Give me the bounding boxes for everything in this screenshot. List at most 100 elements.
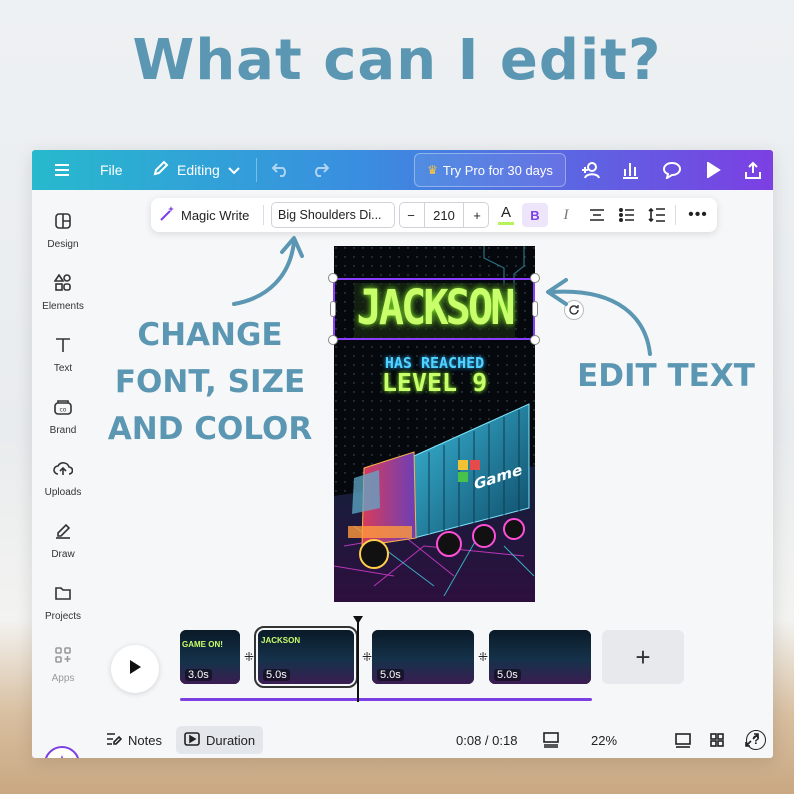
font-size-input[interactable]: 210: [424, 203, 464, 227]
transition-icon[interactable]: ⁜: [241, 649, 257, 665]
timeline-clip-4[interactable]: 5.0s: [489, 630, 591, 684]
add-clip-button[interactable]: +: [602, 630, 684, 684]
chevron-down-icon: [228, 162, 240, 178]
divider: [256, 158, 257, 182]
notes-label: Notes: [128, 732, 162, 748]
duration-label: Duration: [206, 732, 256, 748]
sidebar-item-label: Design: [47, 239, 79, 250]
uploads-icon: [53, 460, 74, 481]
resize-handle-bottom-left[interactable]: [328, 335, 338, 345]
line-spacing-icon[interactable]: [645, 198, 669, 232]
clip-duration: 3.0s: [185, 669, 212, 681]
magic-assistant-button[interactable]: [44, 746, 80, 758]
undo-icon[interactable]: [272, 150, 290, 190]
annotation-arrow-left-icon: [232, 236, 304, 306]
sidebar-item-uploads[interactable]: Uploads: [32, 454, 94, 504]
text-color-swatch: [498, 222, 514, 225]
brand-icon: co: [53, 398, 73, 419]
zoom-level[interactable]: 22%: [591, 724, 617, 756]
grid-view-icon[interactable]: [709, 724, 725, 756]
font-size-increase-button[interactable]: +: [466, 203, 488, 227]
duration-button[interactable]: Duration: [176, 726, 264, 754]
timeline-clip-2[interactable]: JACKSON 5.0s: [254, 626, 358, 688]
level-text[interactable]: LEVEL 9: [334, 368, 535, 397]
notes-icon: [106, 732, 123, 749]
svg-text:co: co: [60, 407, 67, 414]
text-selection-box[interactable]: [333, 278, 535, 340]
pencil-icon: [152, 160, 169, 180]
file-menu[interactable]: File: [100, 150, 123, 190]
pages-view-icon[interactable]: [674, 724, 692, 756]
crown-icon: ♛: [427, 163, 438, 177]
sidebar-item-label: Elements: [42, 301, 84, 312]
more-options-icon[interactable]: •••: [685, 198, 711, 232]
editing-mode-label: Editing: [177, 162, 220, 178]
sidebar-item-elements[interactable]: Elements: [32, 268, 94, 318]
play-icon: [127, 659, 143, 680]
magic-write-button[interactable]: Magic Write: [159, 198, 249, 232]
align-center-icon[interactable]: [585, 198, 609, 232]
draw-icon: [54, 522, 72, 543]
resize-handle-left[interactable]: [330, 301, 336, 317]
annotation-arrow-right-icon: [546, 278, 652, 356]
timeline-play-button[interactable]: [111, 645, 159, 693]
text-color-button[interactable]: A: [495, 198, 517, 232]
italic-button[interactable]: I: [555, 198, 577, 232]
annotation-edit-text: EDIT TEXT: [577, 358, 755, 394]
sidebar-item-label: Text: [53, 363, 73, 374]
editor-window: File Editing ♛ Try Pro for 30 days Desig…: [32, 150, 773, 758]
film-play-icon: [184, 731, 200, 749]
timeline-toggle-icon[interactable]: [542, 724, 560, 756]
timeline-progress-track[interactable]: [180, 698, 592, 701]
magic-write-label: Magic Write: [181, 207, 250, 223]
text-toolbar: Magic Write Big Shoulders Di... − 210 + …: [151, 198, 717, 232]
divider: [675, 205, 676, 225]
projects-icon: [54, 584, 72, 605]
sidebar-item-label: Brand: [49, 425, 77, 436]
sidebar-item-draw[interactable]: Draw: [32, 516, 94, 566]
sparkle-icon: [53, 753, 71, 758]
clip-duration: 5.0s: [263, 669, 290, 681]
try-pro-label: Try Pro for 30 days: [442, 162, 553, 178]
playhead[interactable]: [357, 620, 359, 702]
help-button[interactable]: ?: [746, 730, 766, 750]
sidebar-item-label: Uploads: [44, 487, 82, 498]
sidebar-item-brand[interactable]: co Brand: [32, 392, 94, 442]
clip-duration: 5.0s: [377, 669, 404, 681]
magic-wand-icon: [159, 205, 176, 225]
notes-button[interactable]: Notes: [106, 724, 162, 756]
divider: [263, 205, 264, 225]
timeline-clip-3[interactable]: 5.0s: [372, 630, 474, 684]
hamburger-icon[interactable]: [54, 150, 70, 190]
font-size-stepper: − 210 +: [399, 202, 489, 228]
bottom-bar: Notes Duration 0:08 / 0:18 22%: [94, 724, 773, 756]
bold-button[interactable]: B: [522, 203, 548, 227]
font-family-select[interactable]: Big Shoulders Di...: [271, 202, 395, 228]
top-bar: File Editing ♛ Try Pro for 30 days: [32, 150, 773, 190]
playhead-knob-icon[interactable]: [352, 612, 364, 624]
redo-icon[interactable]: [311, 150, 329, 190]
font-size-decrease-button[interactable]: −: [400, 203, 422, 227]
comment-icon[interactable]: [662, 150, 682, 190]
share-people-icon[interactable]: [580, 150, 602, 190]
timeline-clip-1[interactable]: GAME ON! 3.0s: [180, 630, 240, 684]
text-color-label: A: [500, 204, 511, 221]
annotation-change-font: CHANGE FONT, SIZE AND COLOR: [107, 317, 313, 447]
clip-thumb-text: GAME ON!: [182, 640, 223, 649]
elements-icon: [53, 273, 72, 295]
try-pro-button[interactable]: ♛ Try Pro for 30 days: [414, 153, 566, 187]
sidebar-item-label: Draw: [51, 549, 75, 560]
bullet-list-icon[interactable]: [615, 198, 639, 232]
insights-chart-icon[interactable]: [621, 150, 639, 190]
clip-duration: 5.0s: [494, 669, 521, 681]
sidebar-item-design[interactable]: Design: [32, 206, 94, 256]
resize-handle-top-left[interactable]: [328, 273, 338, 283]
timeline: GAME ON! 3.0s ⁜ JACKSON 5.0s ⁜ 5.0s ⁜ 5.…: [32, 616, 773, 710]
sidebar-item-text[interactable]: Text: [32, 330, 94, 380]
upload-share-icon[interactable]: [744, 150, 762, 190]
playback-time: 0:08 / 0:18: [456, 732, 518, 748]
clip-thumb-text: JACKSON: [261, 636, 301, 645]
promo-title: What can I edit?: [132, 28, 662, 93]
present-play-icon[interactable]: [705, 150, 721, 190]
editing-mode-dropdown[interactable]: Editing: [152, 150, 240, 190]
